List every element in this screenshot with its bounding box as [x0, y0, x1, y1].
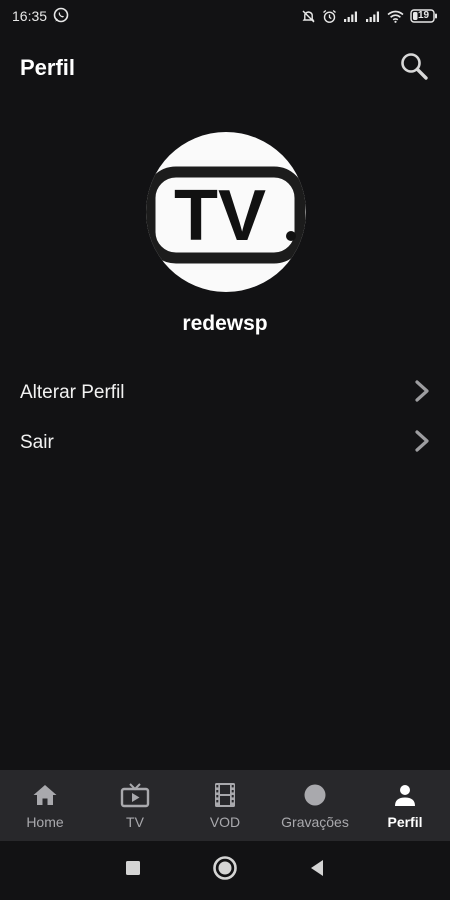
mute-icon [301, 9, 316, 24]
square-icon [125, 860, 141, 881]
home-system-button[interactable] [179, 851, 271, 891]
page-title: Perfil [20, 55, 76, 80]
avatar-text: TV [174, 176, 266, 256]
circle-home-icon [212, 855, 238, 886]
status-left: 16:35 [12, 7, 69, 26]
menu-item-label: Alterar Perfil [20, 382, 125, 403]
battery-icon: 19 [410, 9, 438, 23]
profile-menu: Alterar Perfil Sair [0, 368, 450, 468]
nav-home-label: Home [26, 813, 64, 830]
chevron-right-icon [412, 379, 432, 408]
status-right: 19 [301, 9, 438, 24]
battery-level: 19 [418, 10, 430, 21]
search-icon [399, 51, 429, 86]
back-button[interactable] [271, 851, 363, 891]
tv-logo-icon: TV [146, 166, 306, 264]
film-icon [214, 782, 236, 808]
signal-icon [365, 10, 381, 23]
nav-perfil[interactable]: Perfil [360, 770, 450, 841]
nav-tv[interactable]: TV [90, 770, 180, 841]
tv-icon [120, 782, 150, 808]
status-time: 16:35 [12, 8, 48, 24]
avatar: TV [146, 132, 306, 292]
recents-button[interactable] [87, 851, 179, 891]
search-button[interactable] [396, 50, 432, 86]
home-icon [32, 782, 58, 808]
signal-icon [343, 10, 359, 23]
person-icon [393, 782, 417, 808]
nav-vod[interactable]: VOD [180, 770, 270, 841]
nav-home[interactable]: Home [0, 770, 90, 841]
chevron-right-icon [412, 429, 432, 458]
nav-vod-label: VOD [209, 813, 241, 830]
wifi-icon [387, 10, 404, 23]
menu-item-alterar-perfil[interactable]: Alterar Perfil [0, 368, 450, 418]
nav-perfil-label: Perfil [387, 813, 423, 830]
nav-tv-label: TV [126, 813, 144, 830]
nav-gravacoes-label: Gravações [281, 813, 349, 830]
app-header: Perfil [0, 40, 450, 96]
menu-item-sair[interactable]: Sair [0, 418, 450, 468]
back-triangle-icon [309, 859, 325, 882]
menu-item-label: Sair [20, 432, 54, 453]
bottom-nav: Home TV VOD Gravações Perfil [0, 770, 450, 841]
status-bar: 16:35 19 [0, 0, 450, 32]
alarm-icon [322, 9, 337, 24]
record-icon [303, 782, 327, 808]
system-nav-bar [0, 841, 450, 900]
username: redewsp [182, 312, 268, 335]
nav-gravacoes[interactable]: Gravações [270, 770, 360, 841]
whatsapp-icon [53, 7, 69, 26]
